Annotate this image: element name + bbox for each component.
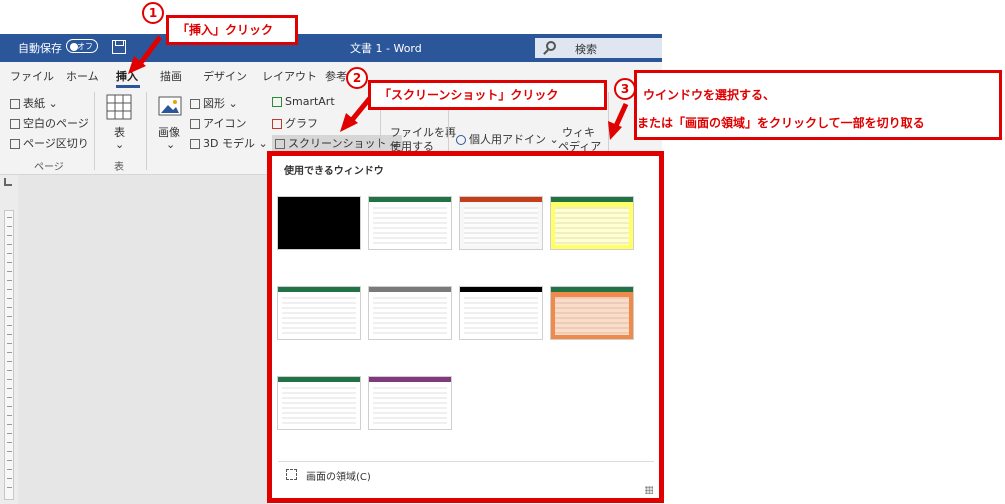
step-3-line1: ウインドウを選択する、 bbox=[643, 88, 776, 102]
step-3-line2: または「画面の領域」をクリックして一部を切り取る bbox=[637, 116, 925, 130]
arrow-3 bbox=[613, 102, 629, 128]
step-1-callout: 「挿入」クリック bbox=[166, 15, 298, 45]
step-2-badge: 2 bbox=[346, 67, 368, 89]
arrow-1 bbox=[137, 35, 163, 66]
step-1-badge: 1 bbox=[142, 2, 164, 24]
step-3-badge: 3 bbox=[614, 78, 636, 100]
step-2-text: 「スクリーンショット」クリック bbox=[379, 88, 559, 102]
step-2-callout: 「スクリーンショット」クリック bbox=[368, 80, 607, 110]
step-1-text: 「挿入」クリック bbox=[177, 23, 274, 37]
step-3-callout: ウインドウを選択する、 または「画面の領域」をクリックして一部を切り取る bbox=[634, 70, 1002, 140]
